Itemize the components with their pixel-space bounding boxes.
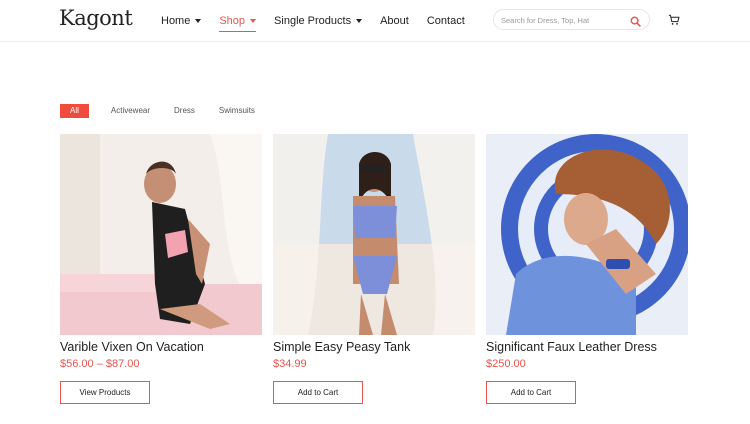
nav-home[interactable]: Home	[161, 13, 202, 29]
chevron-down-icon	[356, 19, 363, 23]
nav-contact[interactable]: Contact	[427, 13, 465, 29]
nav-about[interactable]: About	[380, 13, 409, 29]
filter-all[interactable]: All	[60, 104, 89, 118]
product-image[interactable]	[60, 134, 262, 335]
product-card: Significant Faux Leather Dress $250.00 A…	[486, 134, 688, 404]
product-price: $34.99	[273, 358, 307, 370]
nav-shop-label: Shop	[219, 15, 246, 27]
product-price: $56.00 – $87.00	[60, 358, 140, 370]
search-input[interactable]	[501, 13, 626, 27]
add-to-cart-button[interactable]: Add to Cart	[486, 381, 576, 404]
view-products-button[interactable]: View Products	[60, 381, 150, 404]
search-icon[interactable]	[630, 14, 641, 32]
chevron-down-icon	[250, 19, 257, 23]
product-card: Varible Vixen On Vacation $56.00 – $87.0…	[60, 134, 262, 404]
nav-single-products-label: Single Products	[274, 15, 352, 27]
main-nav: Home Shop Single Products About Contact	[161, 13, 483, 32]
nav-shop[interactable]: Shop	[219, 13, 257, 32]
site-header: Kagont Home Shop Single Products About C…	[0, 0, 750, 42]
product-name[interactable]: Varible Vixen On Vacation	[60, 340, 204, 354]
chevron-down-icon	[195, 19, 202, 23]
nav-single-products[interactable]: Single Products	[274, 13, 363, 29]
add-to-cart-button[interactable]: Add to Cart	[273, 381, 363, 404]
product-image[interactable]	[273, 134, 475, 335]
filter-activewear[interactable]: Activewear	[111, 104, 150, 118]
product-name[interactable]: Simple Easy Peasy Tank	[273, 340, 410, 354]
product-card: Simple Easy Peasy Tank $34.99 Add to Car…	[273, 134, 475, 404]
site-logo[interactable]: Kagont	[59, 6, 133, 30]
filter-swimsuits[interactable]: Swimsuits	[219, 104, 255, 118]
category-filters: All Activewear Dress Swimsuits	[60, 104, 279, 118]
cart-icon[interactable]	[668, 13, 680, 31]
product-name[interactable]: Significant Faux Leather Dress	[486, 340, 657, 354]
filter-dress[interactable]: Dress	[174, 104, 195, 118]
product-image[interactable]	[486, 134, 688, 335]
nav-home-label: Home	[161, 15, 191, 27]
nav-about-label: About	[380, 15, 409, 27]
nav-contact-label: Contact	[426, 15, 465, 27]
search-box	[493, 9, 650, 30]
product-price: $250.00	[486, 358, 526, 370]
